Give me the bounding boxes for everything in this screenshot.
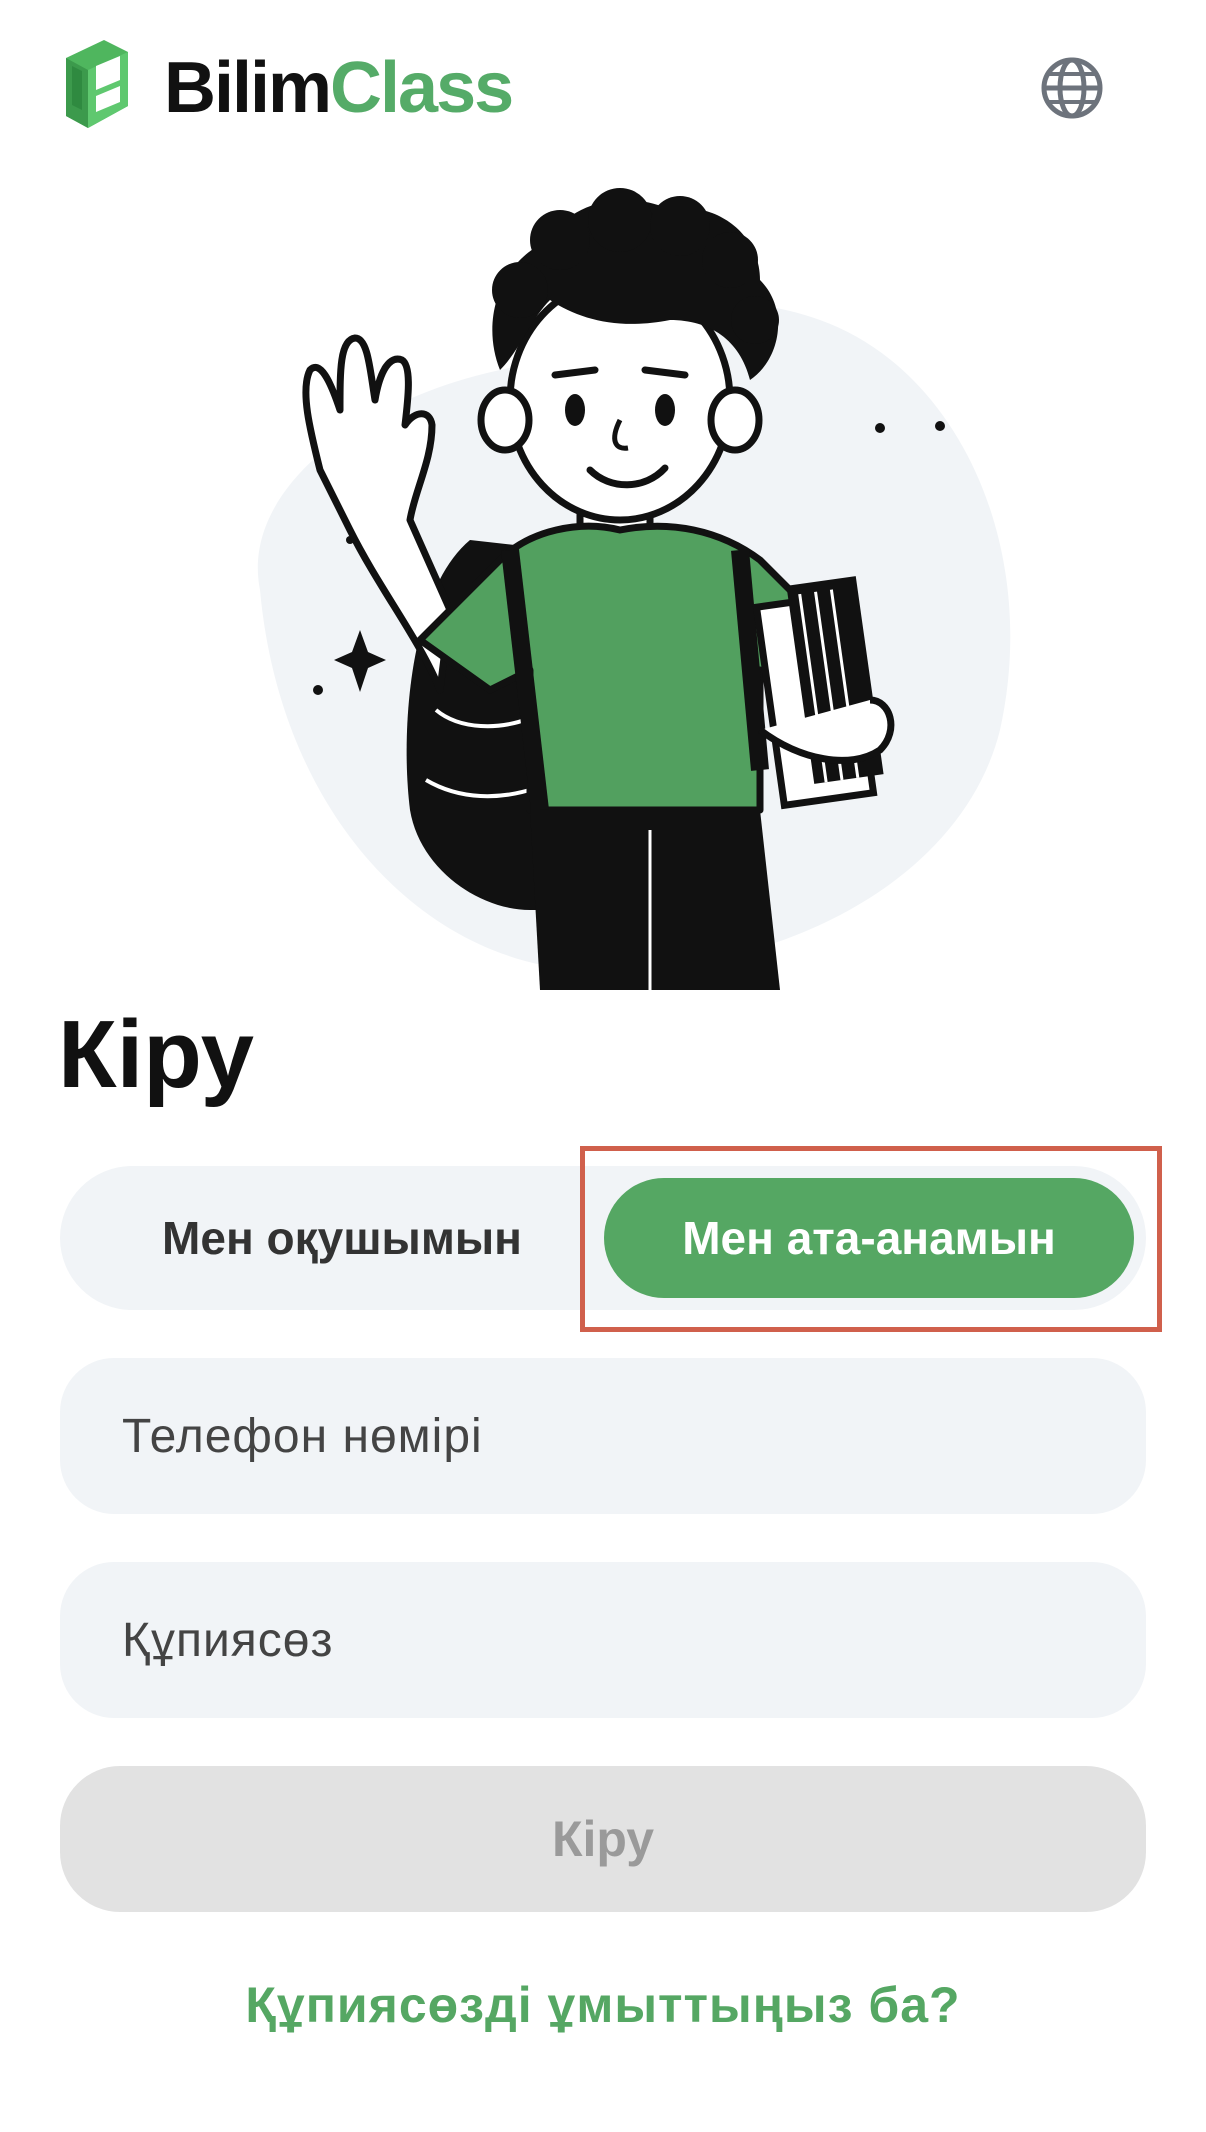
logo-word-class: Class	[330, 48, 514, 128]
role-parent-button[interactable]: Мен ата-анамын	[604, 1178, 1134, 1298]
forgot-password-link[interactable]: Құпиясөзді ұмыттыңыз ба?	[0, 1976, 1206, 2034]
page-title: Кіру	[58, 1001, 255, 1108]
password-input[interactable]	[60, 1562, 1146, 1718]
app-header: BilimClass	[0, 0, 1206, 180]
phone-number-input[interactable]	[60, 1358, 1146, 1514]
role-selector: Мен оқушымын Мен ата-анамын	[60, 1166, 1146, 1310]
role-student-button[interactable]: Мен оқушымын	[72, 1178, 612, 1298]
app-logo-text: BilimClass	[164, 48, 514, 128]
globe-icon[interactable]	[1040, 56, 1104, 120]
logo-word-bilim: Bilim	[164, 48, 332, 128]
login-button[interactable]: Кіру	[60, 1766, 1146, 1912]
bilimclass-logo-icon	[66, 40, 128, 128]
student-waving-illustration	[257, 188, 1011, 990]
